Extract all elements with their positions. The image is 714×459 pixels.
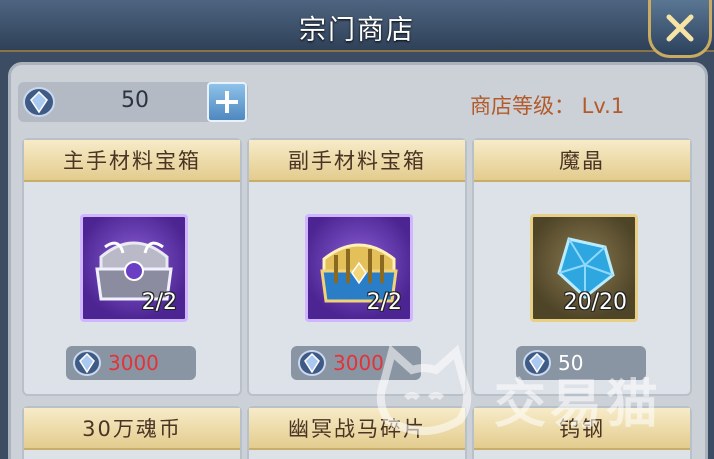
price-bar: 3000 xyxy=(291,346,421,380)
item-price: 3000 xyxy=(108,351,159,375)
item-name-header: 魔晶 xyxy=(474,140,690,182)
item-stock-count: 2/2 xyxy=(366,290,402,315)
currency-amount: 50 xyxy=(121,88,149,113)
shop-item-card[interactable]: 钨钢 xyxy=(472,406,692,459)
close-icon xyxy=(666,14,694,41)
blue-gem-icon xyxy=(298,350,326,376)
title-bar: 宗门商店 xyxy=(0,0,714,52)
item-name: 幽冥战马碎片 xyxy=(288,417,426,441)
blue-gem-icon xyxy=(523,350,551,376)
item-name-header: 副手材料宝箱 xyxy=(249,140,465,182)
item-name-header: 幽冥战马碎片 xyxy=(249,408,465,450)
item-price: 50 xyxy=(558,351,584,375)
magic-crystal-icon: 20/20 xyxy=(530,214,638,322)
price-bar: 3000 xyxy=(66,346,196,380)
window-title: 宗门商店 xyxy=(299,15,415,46)
shop-window: 宗门商店 50 商店等级： Lv.1 主手材料宝箱 2/2 3000 副手材料宝… xyxy=(0,0,714,459)
item-name: 30万魂币 xyxy=(82,417,182,441)
item-name: 副手材料宝箱 xyxy=(288,149,426,173)
add-currency-button[interactable] xyxy=(207,82,247,122)
item-name-header: 主手材料宝箱 xyxy=(24,140,240,182)
item-name-header: 30万魂币 xyxy=(24,408,240,450)
shop-item-card[interactable]: 幽冥战马碎片 xyxy=(247,406,467,459)
item-price: 3000 xyxy=(333,351,384,375)
shop-item-card[interactable]: 主手材料宝箱 2/2 3000 xyxy=(22,138,242,396)
price-bar: 50 xyxy=(516,346,646,380)
item-stock-count: 20/20 xyxy=(563,290,627,315)
item-name: 主手材料宝箱 xyxy=(63,149,201,173)
gold-offhand-chest-icon: 2/2 xyxy=(305,214,413,322)
shop-item-card[interactable]: 魔晶 20/20 50 xyxy=(472,138,692,396)
item-stock-count: 2/2 xyxy=(141,290,177,315)
shop-level-label: 商店等级： Lv.1 xyxy=(470,94,625,118)
shop-item-card[interactable]: 副手材料宝箱 2/2 3000 xyxy=(247,138,467,396)
shop-item-card[interactable]: 30万魂币 xyxy=(22,406,242,459)
blue-gem-icon xyxy=(73,350,101,376)
item-name-header: 钨钢 xyxy=(474,408,690,450)
blue-gem-icon xyxy=(22,86,56,118)
item-name: 钨钢 xyxy=(559,417,605,441)
item-name: 魔晶 xyxy=(559,149,605,173)
purple-weapon-chest-icon: 2/2 xyxy=(80,214,188,322)
close-button[interactable] xyxy=(648,0,712,58)
